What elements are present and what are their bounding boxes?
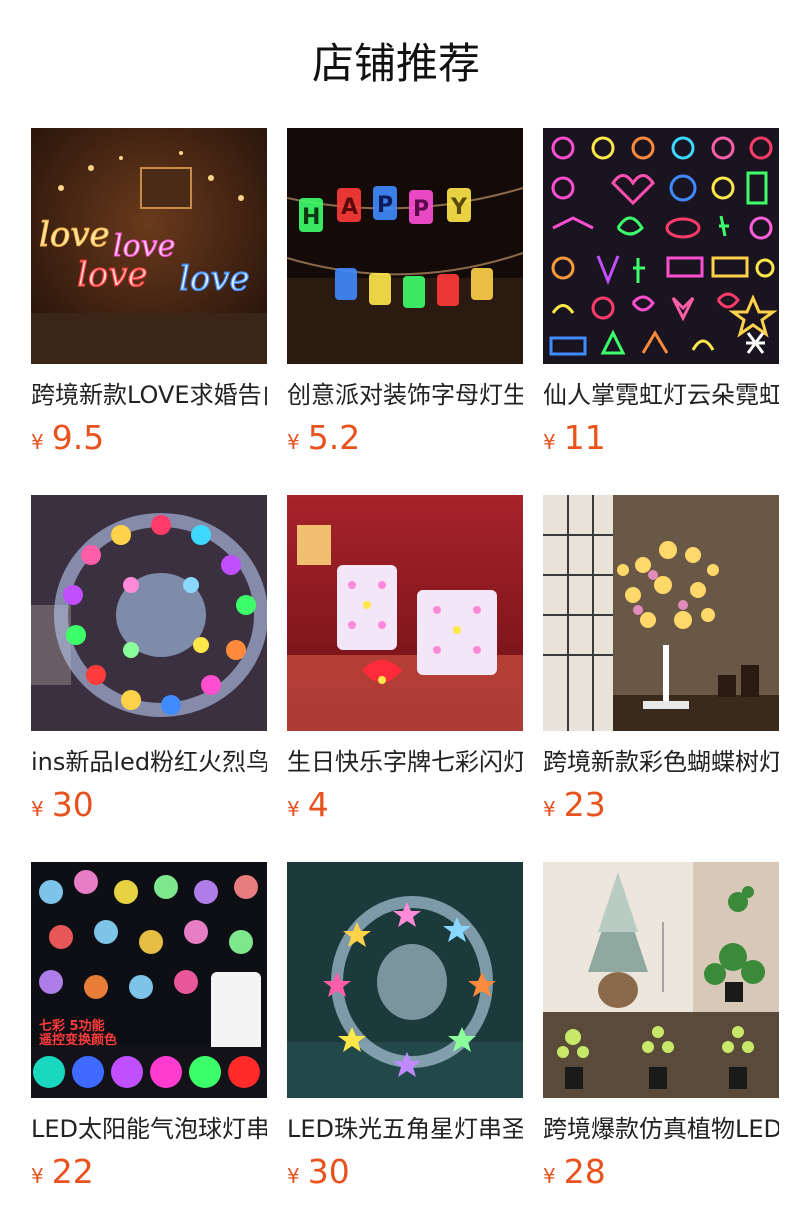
product-price: ¥23 xyxy=(543,785,779,825)
currency-symbol: ¥ xyxy=(287,430,300,454)
product-image[interactable] xyxy=(31,495,267,731)
product-price: ¥11 xyxy=(543,418,779,458)
product-name[interactable]: ins新品led粉红火烈鸟灯串 xyxy=(31,745,267,779)
product-name[interactable]: LED珠光五角星灯串圣诞 xyxy=(287,1112,523,1146)
svg-text:P: P xyxy=(377,193,393,218)
svg-text:遥控变换颜色: 遥控变换颜色 xyxy=(39,1032,117,1048)
product-image[interactable] xyxy=(543,495,779,731)
price-value: 30 xyxy=(307,1152,350,1191)
currency-symbol: ¥ xyxy=(31,797,44,821)
product-price: ¥30 xyxy=(287,1152,523,1192)
product-card[interactable]: love love love love 跨境新款LOVE求婚告白霓虹灯 ¥9.5 xyxy=(31,128,267,495)
svg-text:Y: Y xyxy=(450,195,468,220)
currency-symbol: ¥ xyxy=(287,1164,300,1188)
product-name[interactable]: 跨境爆款仿真植物LED灯 xyxy=(543,1112,779,1146)
currency-symbol: ¥ xyxy=(31,430,44,454)
product-image[interactable]: 七彩 5功能 遥控变换颜色 xyxy=(31,862,267,1098)
product-image[interactable] xyxy=(543,862,779,1098)
currency-symbol: ¥ xyxy=(543,1164,556,1188)
product-image[interactable]: love love love love xyxy=(31,128,267,364)
svg-text:P: P xyxy=(413,197,429,222)
product-card[interactable]: H A P P Y 创意派对装饰字母灯生日快乐 ¥5.2 xyxy=(287,128,523,495)
product-name[interactable]: LED太阳能气泡球灯串遥控 xyxy=(31,1112,267,1146)
product-price: ¥5.2 xyxy=(287,418,523,458)
product-name[interactable]: 生日快乐字牌七彩闪灯装饰 xyxy=(287,745,523,779)
product-price: ¥9.5 xyxy=(31,418,267,458)
svg-text:A: A xyxy=(341,195,358,220)
currency-symbol: ¥ xyxy=(287,797,300,821)
currency-symbol: ¥ xyxy=(31,1164,44,1188)
svg-text:love: love xyxy=(179,259,250,299)
price-value: 4 xyxy=(307,785,329,824)
product-card[interactable]: 生日快乐字牌七彩闪灯装饰 ¥4 xyxy=(287,495,523,862)
svg-text:love: love xyxy=(77,255,148,295)
product-image[interactable] xyxy=(287,862,523,1098)
price-value: 11 xyxy=(563,418,606,457)
price-value: 9.5 xyxy=(51,418,105,457)
product-price: ¥22 xyxy=(31,1152,267,1192)
product-grid: love love love love 跨境新款LOVE求婚告白霓虹灯 ¥9.5 xyxy=(31,128,779,1229)
product-card[interactable]: ins新品led粉红火烈鸟灯串 ¥30 xyxy=(31,495,267,862)
price-value: 28 xyxy=(563,1152,606,1191)
product-image[interactable] xyxy=(287,495,523,731)
svg-text:七彩 5功能: 七彩 5功能 xyxy=(39,1018,105,1034)
product-name[interactable]: 仙人掌霓虹灯云朵霓虹灯小夜灯 xyxy=(543,378,779,412)
price-value: 22 xyxy=(51,1152,94,1191)
store-recommendations-page: 店铺推荐 love love love love 跨境新款LOVE求婚告 ¥ 9… xyxy=(0,0,792,1230)
product-card[interactable]: LED珠光五角星灯串圣诞 ¥30 xyxy=(287,862,523,1229)
product-price: ¥4 xyxy=(287,785,523,825)
product-image[interactable] xyxy=(543,128,779,364)
price-value: 5.2 xyxy=(307,418,361,457)
product-card[interactable]: 仙人掌霓虹灯云朵霓虹灯小夜灯 ¥11 xyxy=(543,128,779,495)
product-name[interactable]: 跨境新款LOVE求婚告白霓虹灯 xyxy=(31,378,267,412)
product-card[interactable]: 七彩 5功能 遥控变换颜色 LED太阳能气泡球灯串遥控 ¥22 xyxy=(31,862,267,1229)
page-title: 店铺推荐 xyxy=(311,39,480,88)
product-name[interactable]: 创意派对装饰字母灯生日快乐 xyxy=(287,378,523,412)
product-image[interactable]: H A P P Y xyxy=(287,128,523,364)
svg-text:love: love xyxy=(39,215,110,255)
price-value: 30 xyxy=(51,785,94,824)
product-price: ¥28 xyxy=(543,1152,779,1192)
price-value: 23 xyxy=(563,785,606,824)
product-card[interactable]: 跨境爆款仿真植物LED灯 ¥28 xyxy=(543,862,779,1229)
svg-text:H: H xyxy=(302,205,320,230)
product-card[interactable]: 跨境新款彩色蝴蝶树灯装饰 ¥23 xyxy=(543,495,779,862)
product-name[interactable]: 跨境新款彩色蝴蝶树灯装饰 xyxy=(543,745,779,779)
product-price: ¥30 xyxy=(31,785,267,825)
currency-symbol: ¥ xyxy=(543,430,556,454)
currency-symbol: ¥ xyxy=(543,797,556,821)
